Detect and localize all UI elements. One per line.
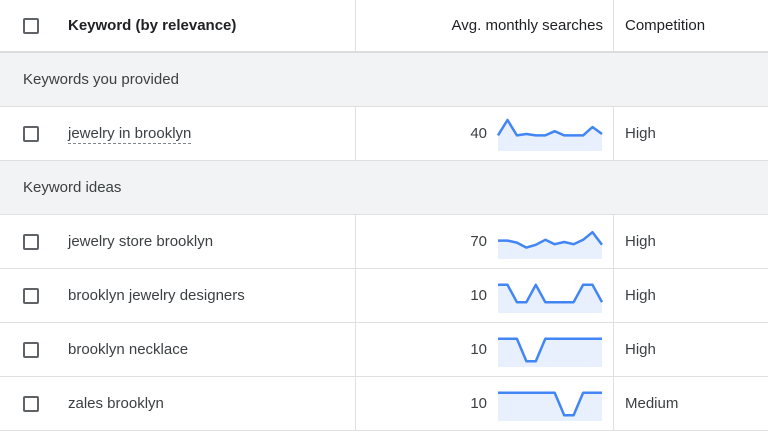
competition-value: High bbox=[625, 125, 656, 142]
trend-sparkline bbox=[498, 283, 603, 313]
competition-value: High bbox=[625, 287, 656, 304]
competition-value: High bbox=[625, 341, 656, 358]
sparkline-area bbox=[498, 119, 602, 151]
section-label: Keywords you provided bbox=[23, 71, 179, 88]
keyword-text: jewelry store brooklyn bbox=[68, 233, 214, 250]
trend-sparkline bbox=[498, 391, 602, 421]
table-row: brooklyn necklace 10 High bbox=[0, 323, 768, 377]
row-checkbox[interactable] bbox=[23, 287, 39, 304]
competition-value: High bbox=[625, 233, 656, 250]
table-row: brooklyn jewelry designers 10 High bbox=[0, 269, 768, 323]
avg-searches-value: 40 bbox=[470, 125, 487, 142]
section-keyword-ideas: Keyword ideas bbox=[0, 161, 768, 215]
avg-searches-value: 10 bbox=[470, 395, 487, 412]
row-checkbox[interactable] bbox=[23, 233, 39, 250]
section-label: Keyword ideas bbox=[23, 179, 122, 196]
trend-sparkline bbox=[497, 118, 603, 151]
row-checkbox[interactable] bbox=[23, 395, 39, 412]
trend-sparkline bbox=[498, 230, 603, 259]
select-all-checkbox[interactable] bbox=[23, 17, 39, 34]
table-row: zales brooklyn 10 Medium bbox=[0, 377, 768, 431]
table-row: jewelry store brooklyn 70 High bbox=[0, 215, 768, 269]
keyword-text: brooklyn jewelry designers bbox=[68, 287, 245, 304]
keyword-table: Keyword (by relevance) Avg. monthly sear… bbox=[0, 0, 768, 431]
sparkline-area bbox=[498, 392, 602, 421]
sparkline-area bbox=[498, 284, 602, 313]
competition-column-header[interactable]: Competition bbox=[614, 17, 768, 34]
competition-value: Medium bbox=[625, 395, 679, 412]
avg-searches-value: 10 bbox=[470, 341, 487, 358]
section-keywords-provided: Keywords you provided bbox=[0, 53, 768, 107]
keyword-text: zales brooklyn bbox=[68, 395, 164, 412]
row-checkbox[interactable] bbox=[23, 341, 39, 358]
keyword-column-header[interactable]: Keyword (by relevance) bbox=[68, 17, 355, 34]
row-checkbox[interactable] bbox=[23, 125, 39, 142]
avg-searches-column-header[interactable]: Avg. monthly searches bbox=[355, 0, 614, 51]
sparkline-area bbox=[498, 338, 602, 367]
avg-searches-value: 70 bbox=[470, 233, 487, 250]
avg-searches-value: 10 bbox=[470, 287, 487, 304]
keyword-text[interactable]: jewelry in brooklyn bbox=[68, 125, 192, 144]
trend-sparkline bbox=[498, 337, 602, 367]
table-row: jewelry in brooklyn 40 High bbox=[0, 107, 768, 161]
table-header: Keyword (by relevance) Avg. monthly sear… bbox=[0, 0, 768, 53]
keyword-text: brooklyn necklace bbox=[68, 341, 189, 358]
